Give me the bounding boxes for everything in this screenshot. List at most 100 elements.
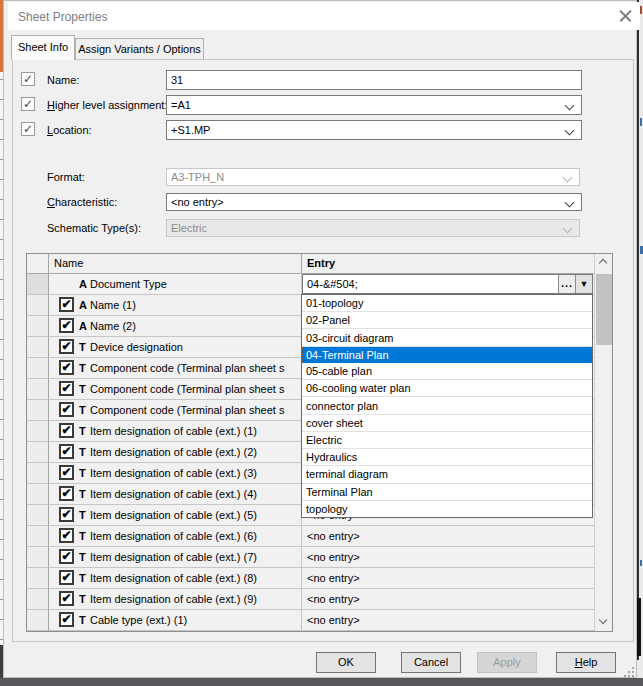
scrollbar-up-button[interactable] — [595, 254, 612, 271]
entry-combo-value[interactable]: 04-&#504; — [303, 275, 558, 293]
name-cell[interactable]: ✔ T Item designation of cable (ext.) (6) — [49, 526, 302, 547]
row-selector-cell[interactable] — [27, 610, 49, 631]
row-selector-cell[interactable] — [27, 421, 49, 442]
dropdown-item[interactable]: Electric — [302, 432, 592, 449]
dropdown-item[interactable]: Terminal Plan — [302, 484, 592, 501]
row-checkbox[interactable]: ✔ — [59, 549, 74, 564]
row-checkbox[interactable]: ✔ — [59, 444, 74, 459]
title-bar[interactable]: Sheet Properties — [8, 2, 640, 30]
name-cell[interactable]: ✔ T Item designation of cable (ext.) (7) — [49, 547, 302, 568]
row-selector-cell[interactable] — [27, 442, 49, 463]
chevron-down-icon[interactable] — [565, 198, 575, 208]
dropdown-item[interactable]: 03-circuit diagram — [302, 329, 592, 346]
characteristic-combobox[interactable]: <no entry> — [166, 193, 582, 211]
chevron-down-icon[interactable] — [565, 101, 575, 111]
dropdown-item[interactable]: cover sheet — [302, 415, 592, 432]
entry-cell[interactable]: <no entry> — [302, 610, 594, 631]
tab-assign-variants[interactable]: Assign Variants / Options — [75, 38, 204, 59]
row-selector-cell[interactable] — [27, 316, 49, 337]
cancel-button[interactable]: Cancel — [401, 652, 461, 673]
row-checkbox[interactable]: ✔ — [59, 465, 74, 480]
name-cell[interactable]: ✔ T Component code (Terminal plan sheet … — [49, 358, 302, 379]
row-selector-cell[interactable] — [27, 379, 49, 400]
name-checkbox[interactable]: ✓ — [21, 72, 35, 86]
row-selector-cell[interactable] — [27, 526, 49, 547]
dropdown-item[interactable]: 02-Panel — [302, 312, 592, 329]
name-cell[interactable]: ✔ T Item designation of cable (ext.) (4) — [49, 484, 302, 505]
entry-combobox[interactable]: 04-&#504; ... ▼ — [302, 274, 593, 294]
name-cell[interactable]: ✔ T Item designation of cable (ext.) (5) — [49, 505, 302, 526]
dropdown-item[interactable]: 05-cable plan — [302, 363, 592, 380]
name-cell[interactable]: ✔ T Item designation of cable (ext.) (8) — [49, 568, 302, 589]
row-checkbox[interactable]: ✔ — [59, 297, 74, 312]
name-cell[interactable]: A Document Type — [49, 274, 302, 295]
grid-row[interactable]: A Document Type 04-&#504; ... ▼ — [27, 274, 594, 295]
ellipsis-button[interactable]: ... — [558, 275, 575, 293]
entry-cell[interactable]: <no entry> — [302, 568, 594, 589]
higher-level-combobox[interactable]: =A1 — [166, 95, 582, 115]
chevron-down-icon[interactable] — [565, 126, 575, 136]
name-cell[interactable]: ✔ A Name (2) — [49, 316, 302, 337]
grid-row[interactable]: ✔ T Item designation of cable (ext.) (7)… — [27, 547, 594, 568]
name-cell[interactable]: ✔ T Item designation of cable (ext.) (3) — [49, 463, 302, 484]
vertical-scrollbar[interactable] — [594, 254, 612, 631]
dropdown-item[interactable]: terminal diagram — [302, 466, 592, 483]
dropdown-button[interactable]: ▼ — [575, 275, 592, 293]
name-cell[interactable]: ✔ T Device designation — [49, 337, 302, 358]
row-checkbox[interactable]: ✔ — [59, 381, 74, 396]
row-checkbox[interactable]: ✔ — [59, 486, 74, 501]
row-checkbox[interactable]: ✔ — [59, 360, 74, 375]
resize-grip[interactable] — [620, 665, 636, 679]
name-cell[interactable]: ✔ T Component code (Terminal plan sheet … — [49, 400, 302, 421]
row-selector-cell[interactable] — [27, 274, 49, 295]
entry-cell[interactable]: <no entry> — [302, 526, 594, 547]
help-button[interactable]: Help — [556, 652, 616, 673]
row-checkbox[interactable]: ✔ — [59, 423, 74, 438]
grid-row[interactable]: ✔ T Cable type (ext.) (1) <no entry> — [27, 610, 594, 631]
entry-cell[interactable]: <no entry> — [302, 589, 594, 610]
scrollbar-down-button[interactable] — [595, 614, 612, 631]
name-cell[interactable]: ✔ T Cable type (ext.) (1) — [49, 610, 302, 631]
higher-level-checkbox[interactable]: ✓ — [21, 97, 35, 111]
row-checkbox[interactable]: ✔ — [59, 528, 74, 543]
row-checkbox[interactable]: ✔ — [59, 507, 74, 522]
name-cell[interactable]: ✔ T Item designation of cable (ext.) (9) — [49, 589, 302, 610]
name-cell[interactable]: ✔ A Name (1) — [49, 295, 302, 316]
location-checkbox[interactable]: ✓ — [21, 122, 35, 136]
apply-button[interactable]: Apply — [477, 652, 537, 673]
dropdown-item[interactable]: 06-cooling water plan — [302, 380, 592, 397]
row-checkbox[interactable]: ✔ — [59, 318, 74, 333]
grid-row[interactable]: ✔ T Item designation of cable (ext.) (8)… — [27, 568, 594, 589]
close-icon[interactable] — [612, 5, 638, 27]
row-selector-cell[interactable] — [27, 400, 49, 421]
row-selector-cell[interactable] — [27, 589, 49, 610]
row-selector-cell[interactable] — [27, 484, 49, 505]
dropdown-item[interactable]: 04-Terminal Plan — [302, 347, 592, 363]
row-checkbox[interactable]: ✔ — [59, 402, 74, 417]
dropdown-item[interactable]: 01-topology — [302, 295, 592, 312]
entry-cell[interactable]: <no entry> — [302, 547, 594, 568]
tab-sheet-info[interactable]: Sheet Info — [11, 35, 75, 60]
name-cell[interactable]: ✔ T Component code (Terminal plan sheet … — [49, 379, 302, 400]
row-selector-cell[interactable] — [27, 505, 49, 526]
dropdown-item[interactable]: connector plan — [302, 397, 592, 414]
name-cell[interactable]: ✔ T Item designation of cable (ext.) (1) — [49, 421, 302, 442]
dropdown-item[interactable]: Hydraulics — [302, 449, 592, 466]
grid-row[interactable]: ✔ T Item designation of cable (ext.) (9)… — [27, 589, 594, 610]
ok-button[interactable]: OK — [316, 652, 376, 673]
row-selector-cell[interactable] — [27, 337, 49, 358]
dropdown-item[interactable]: topology — [302, 501, 592, 517]
row-checkbox[interactable]: ✔ — [59, 612, 74, 627]
row-selector-cell[interactable] — [27, 463, 49, 484]
grid-row[interactable]: ✔ T Item designation of cable (ext.) (6)… — [27, 526, 594, 547]
row-selector-cell[interactable] — [27, 547, 49, 568]
entry-cell[interactable]: 04-&#504; ... ▼ — [302, 274, 594, 295]
scrollbar-thumb[interactable] — [596, 274, 612, 345]
name-cell[interactable]: ✔ T Item designation of cable (ext.) (2) — [49, 442, 302, 463]
row-checkbox[interactable]: ✔ — [59, 570, 74, 585]
row-selector-cell[interactable] — [27, 295, 49, 316]
row-checkbox[interactable]: ✔ — [59, 591, 74, 606]
row-checkbox[interactable]: ✔ — [59, 339, 74, 354]
name-input[interactable]: 31 — [166, 70, 582, 90]
row-selector-cell[interactable] — [27, 358, 49, 379]
